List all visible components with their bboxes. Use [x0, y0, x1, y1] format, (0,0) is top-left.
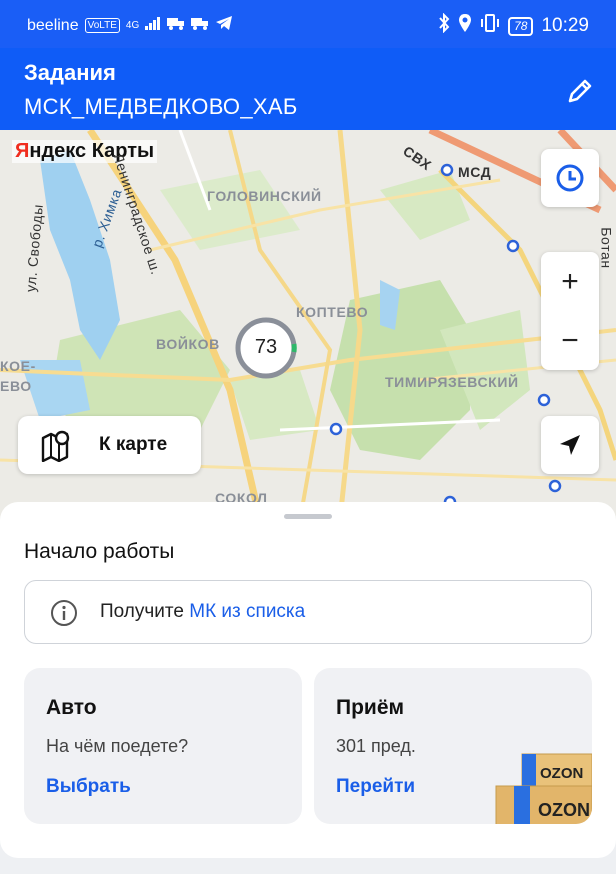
- battery-indicator: 78: [508, 16, 534, 36]
- to-map-button[interactable]: К карте: [18, 416, 201, 474]
- go-to-reception-link[interactable]: Перейти: [336, 776, 415, 798]
- map-provider-logo-initial: Я: [15, 140, 30, 162]
- location-icon: [458, 13, 472, 39]
- brand-text-bottom: OZON: [538, 800, 590, 820]
- notice-prefix: Получите: [100, 601, 190, 622]
- map-provider-logo-rest: ндекс Карты: [29, 140, 155, 162]
- clock-icon: [556, 164, 584, 192]
- to-map-label: К карте: [99, 434, 168, 455]
- route-cluster-marker[interactable]: 73: [232, 314, 300, 382]
- map-label-botan: Ботан: [598, 227, 615, 269]
- card-reception[interactable]: Приём 301 пред. Перейти OZON OZON: [314, 668, 592, 824]
- card-auto-title: Авто: [46, 696, 97, 719]
- truck-icon-2: [191, 16, 209, 35]
- zoom-in-button[interactable]: +: [541, 252, 599, 311]
- map-provider-logo: Яндекс Карты: [12, 140, 158, 163]
- card-auto-subtitle: На чём поедете?: [46, 736, 189, 756]
- map-label-left-b: ЕВО: [0, 378, 32, 394]
- card-reception-subtitle: 301 пред.: [336, 736, 416, 756]
- status-left: beeline VoLTE 4G: [27, 15, 233, 36]
- network-label: 4G: [125, 20, 140, 31]
- zoom-controls: + −: [541, 252, 599, 370]
- cluster-count: 73: [254, 336, 278, 358]
- app-header: Задания МСК_МЕДВЕДКОВО_ХАБ: [0, 48, 616, 130]
- bottom-sheet: Начало работы Получите МК из списка Авто…: [0, 502, 616, 858]
- notice-text: Получите МК из списка: [100, 601, 305, 623]
- notice-link[interactable]: МК из списка: [189, 601, 305, 622]
- map-pin-icon: [41, 430, 70, 462]
- navigation-arrow-icon: [560, 435, 580, 455]
- bluetooth-icon: [438, 12, 450, 39]
- zoom-out-button[interactable]: −: [541, 311, 599, 370]
- edit-button[interactable]: [563, 74, 597, 108]
- select-vehicle-link[interactable]: Выбрать: [46, 776, 131, 798]
- my-location-button[interactable]: [541, 416, 599, 474]
- map-label-msd: МСД: [458, 164, 492, 180]
- signal-icon: [145, 16, 161, 35]
- card-reception-title: Приём: [336, 696, 405, 719]
- map-view[interactable]: Яндекс Карты ГОЛОВИНСКИЙ КОПТЕВО ВОЙКОВ …: [0, 130, 616, 520]
- brand-text-top: OZON: [540, 765, 583, 782]
- bottom-strip: [0, 858, 616, 874]
- map-label-left-a: КОЕ-: [0, 358, 36, 374]
- truck-icon: [167, 16, 185, 35]
- info-icon: [51, 600, 77, 626]
- status-right: 78 10:29: [438, 12, 589, 39]
- status-bar: beeline VoLTE 4G 78 10:29: [0, 0, 616, 48]
- card-auto[interactable]: Авто На чём поедете? Выбрать: [24, 668, 302, 824]
- telegram-icon: [215, 15, 233, 36]
- vibrate-icon: [480, 13, 500, 39]
- pencil-icon: [568, 79, 592, 103]
- carrier-label: beeline: [27, 16, 79, 34]
- section-title: Начало работы: [24, 540, 175, 563]
- sheet-drag-handle[interactable]: [284, 514, 332, 519]
- ozon-boxes-illustration: OZON OZON: [495, 753, 592, 824]
- map-label-timiryazevsky: ТИМИРЯЗЕВСКИЙ: [385, 374, 519, 390]
- clock: 10:29: [541, 15, 589, 36]
- map-label-voykov: ВОЙКОВ: [156, 336, 220, 352]
- hub-name: МСК_МЕДВЕДКОВО_ХАБ: [24, 94, 298, 119]
- history-button[interactable]: [541, 149, 599, 207]
- map-label-golovinsky: ГОЛОВИНСКИЙ: [207, 188, 322, 204]
- page-title: Задания: [24, 60, 116, 85]
- map-label-koptevo: КОПТЕВО: [296, 304, 369, 320]
- volte-badge: VoLTE: [84, 18, 120, 33]
- info-notice[interactable]: Получите МК из списка: [24, 580, 592, 644]
